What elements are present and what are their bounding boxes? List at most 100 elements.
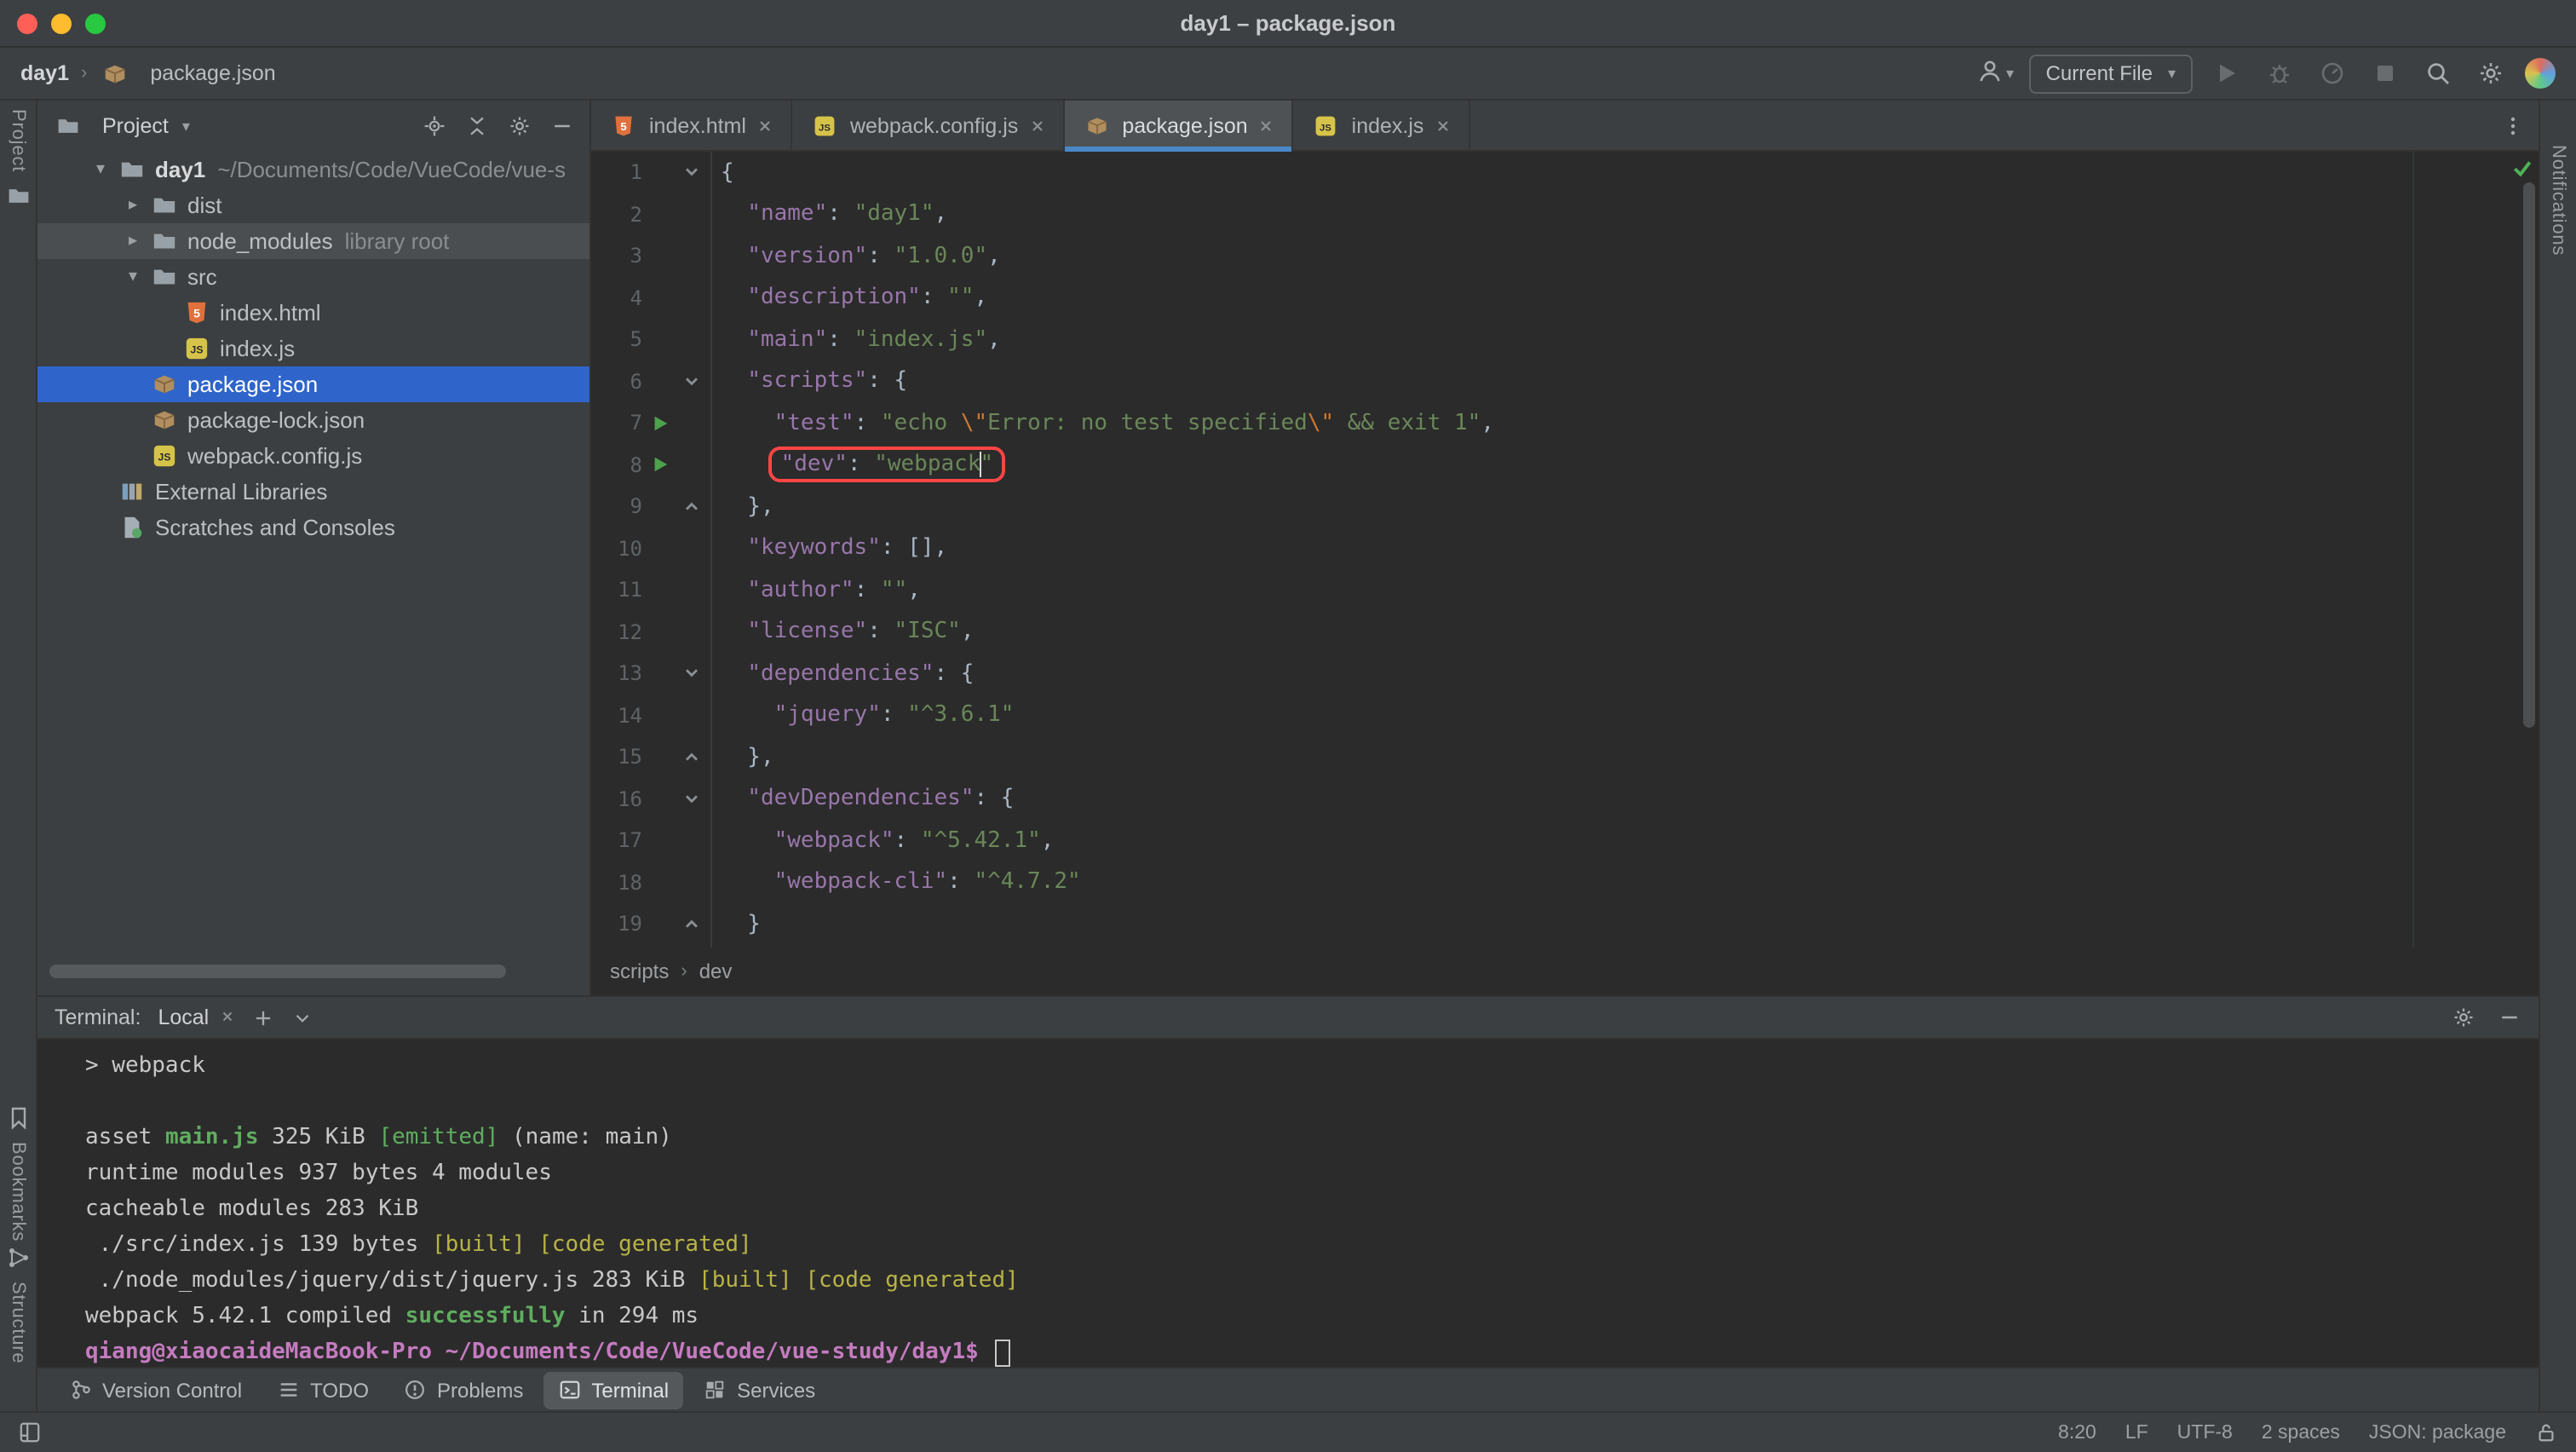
fold-open-icon[interactable] [676, 666, 707, 683]
terminal-dropdown-icon[interactable] [290, 1006, 313, 1028]
fold-open-icon[interactable] [676, 791, 707, 808]
tree-item-src[interactable]: ▾src [37, 259, 589, 295]
line-number[interactable]: 17 [591, 829, 642, 853]
toolwindow-tab-todo[interactable]: TODO [262, 1371, 382, 1409]
tree-item-scratches-and-consoles[interactable]: Scratches and Consoles [37, 510, 589, 545]
run-script-icon[interactable] [642, 414, 676, 433]
line-number[interactable]: 3 [591, 245, 642, 268]
close-tab-icon[interactable] [1028, 117, 1045, 134]
line-number[interactable]: 16 [591, 787, 642, 811]
fold-close-icon[interactable] [676, 498, 707, 516]
locate-file-icon[interactable] [423, 114, 446, 138]
project-panel-title[interactable]: Project [102, 114, 169, 138]
line-number[interactable]: 14 [591, 704, 642, 728]
layout-icon[interactable] [19, 1421, 41, 1443]
zoom-window-button[interactable] [85, 13, 106, 33]
editor-tab-webpack-config-js[interactable]: JSwebpack.config.js [792, 101, 1064, 150]
run-config-select[interactable]: Current File ▾ [2029, 54, 2193, 93]
hide-panel-icon[interactable] [550, 114, 574, 138]
line-number[interactable]: 19 [591, 913, 642, 936]
run-button[interactable] [2208, 55, 2245, 92]
editor-tab-package-json[interactable]: package.json [1064, 101, 1293, 150]
run-script-icon[interactable] [642, 456, 676, 475]
toolwindow-tab-version-control[interactable]: Version Control [55, 1371, 256, 1409]
line-number[interactable]: 11 [591, 579, 642, 602]
tree-item-package-json[interactable]: package.json [37, 366, 589, 402]
settings-icon[interactable] [2472, 55, 2510, 92]
line-number[interactable]: 15 [591, 746, 642, 769]
editor-scrollbar[interactable] [2523, 182, 2535, 728]
chevron-down-icon[interactable]: ▾ [118, 268, 148, 286]
breadcrumb-project[interactable]: day1 [20, 61, 69, 85]
bookmark-icon[interactable] [6, 1106, 30, 1130]
stripe-structure-label[interactable]: Structure [8, 1282, 28, 1363]
tab-options-icon[interactable] [2501, 101, 2539, 150]
new-terminal-icon[interactable] [251, 1006, 273, 1028]
close-terminal-tab-icon[interactable] [219, 1005, 234, 1029]
file-type[interactable]: JSON: package [2369, 1422, 2506, 1443]
horizontal-scrollbar-thumb[interactable] [49, 965, 506, 978]
line-number[interactable]: 2 [591, 203, 642, 227]
editor-tab-index-js[interactable]: JSindex.js [1294, 101, 1470, 150]
chevron-right-icon[interactable]: ▸ [118, 232, 148, 251]
line-number[interactable]: 9 [591, 495, 642, 519]
hide-terminal-icon[interactable] [2498, 1005, 2521, 1029]
breadcrumb-dev[interactable]: dev [699, 959, 733, 983]
line-number[interactable]: 7 [591, 412, 642, 435]
close-window-button[interactable] [17, 13, 37, 33]
tree-item-node-modules[interactable]: ▸node_moduleslibrary root [37, 223, 589, 259]
chevron-down-icon[interactable]: ▾ [182, 117, 190, 135]
close-tab-icon[interactable] [1258, 117, 1275, 134]
user-icon[interactable]: ▾ [1976, 55, 2014, 92]
close-tab-icon[interactable] [756, 117, 773, 134]
minimize-window-button[interactable] [51, 13, 72, 33]
fold-close-icon[interactable] [676, 916, 707, 933]
editor-tab-index-html[interactable]: 5index.html [591, 101, 792, 150]
line-number[interactable]: 12 [591, 620, 642, 644]
stripe-notifications-label[interactable]: Notifications [2548, 145, 2568, 256]
chevron-down-icon[interactable]: ▾ [85, 160, 116, 179]
panel-settings-icon[interactable] [508, 114, 532, 138]
stripe-bookmarks-label[interactable]: Bookmarks [8, 1142, 28, 1242]
inspections-ok-icon[interactable] [2511, 157, 2533, 186]
stop-button[interactable] [2366, 55, 2404, 92]
tree-item-package-lock-json[interactable]: package-lock.json [37, 402, 589, 438]
fold-close-icon[interactable] [676, 749, 707, 766]
collapse-all-icon[interactable] [465, 114, 489, 138]
tree-item-index-js[interactable]: JSindex.js [37, 331, 589, 366]
line-number[interactable]: 10 [591, 537, 642, 561]
line-number[interactable]: 6 [591, 370, 642, 394]
toolwindow-tab-terminal[interactable]: Terminal [543, 1371, 682, 1409]
tree-item-day1[interactable]: ▾day1~/Documents/Code/VueCode/vue-s [37, 152, 589, 187]
lock-icon[interactable] [2535, 1421, 2557, 1443]
caret-position[interactable]: 8:20 [2058, 1422, 2096, 1443]
chevron-right-icon[interactable]: ▸ [118, 196, 148, 215]
breadcrumb-file[interactable]: package.json [150, 61, 275, 85]
line-number[interactable]: 8 [591, 453, 642, 477]
close-tab-icon[interactable] [1434, 117, 1451, 134]
fold-open-icon[interactable] [676, 373, 707, 390]
indent-setting[interactable]: 2 spaces [2262, 1422, 2340, 1443]
tree-item-external-libraries[interactable]: External Libraries [37, 474, 589, 510]
stripe-project-label[interactable]: Project [8, 109, 28, 172]
line-number[interactable]: 18 [591, 871, 642, 895]
fold-open-icon[interactable] [676, 164, 707, 182]
terminal-output[interactable]: > webpackasset main.js 325 KiB [emitted]… [37, 1040, 2539, 1367]
line-number[interactable]: 4 [591, 286, 642, 310]
toolwindow-tab-problems[interactable]: Problems [389, 1371, 537, 1409]
terminal-tab-local[interactable]: Local [158, 1005, 234, 1029]
structure-icon[interactable] [6, 1246, 30, 1270]
tree-item-index-html[interactable]: 5index.html [37, 295, 589, 331]
line-number[interactable]: 13 [591, 662, 642, 686]
tree-item-webpack-config-js[interactable]: JSwebpack.config.js [37, 438, 589, 474]
breadcrumb-scripts[interactable]: scripts [610, 959, 669, 983]
file-encoding[interactable]: UTF-8 [2177, 1422, 2233, 1443]
debug-button[interactable] [2261, 55, 2298, 92]
code-editor[interactable]: 1{2 "name": "day1",3 "version": "1.0.0",… [591, 152, 2539, 948]
avatar[interactable] [2525, 58, 2556, 89]
project-toolwindow-icon[interactable] [6, 184, 30, 208]
search-icon[interactable] [2419, 55, 2457, 92]
line-separator[interactable]: LF [2125, 1422, 2148, 1443]
toolwindow-tab-services[interactable]: Services [689, 1371, 829, 1409]
terminal-settings-icon[interactable] [2452, 1005, 2475, 1029]
